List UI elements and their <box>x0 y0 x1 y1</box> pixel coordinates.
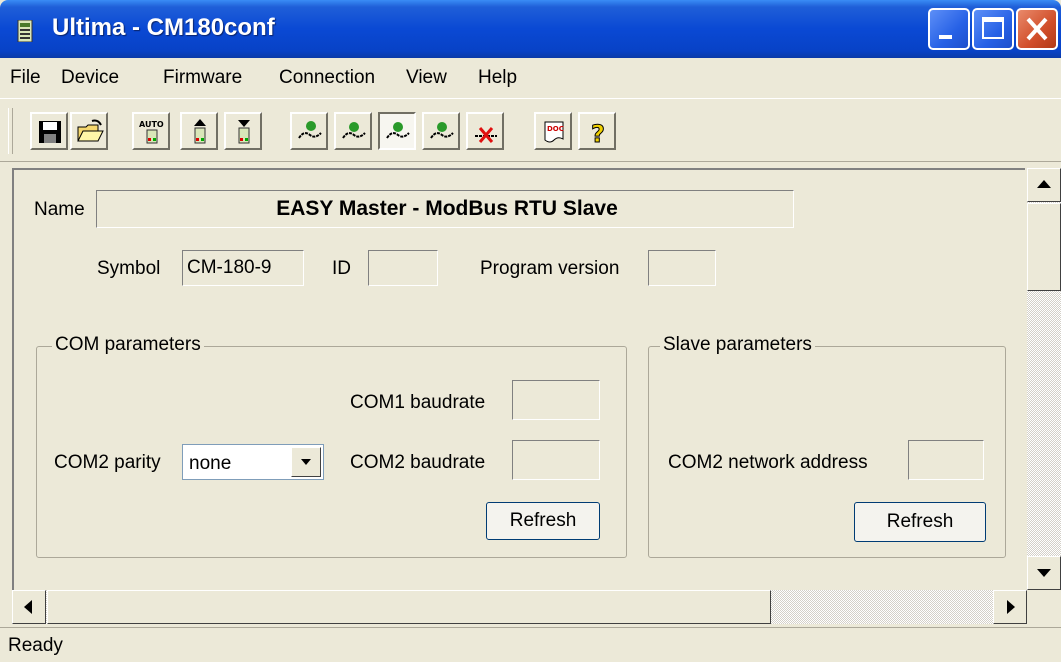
svg-text:?: ? <box>591 120 605 146</box>
com-refresh-button[interactable]: Refresh <box>486 502 600 540</box>
symbol-label: Symbol <box>97 258 161 279</box>
com1-baudrate-label: COM1 baudrate <box>350 392 486 413</box>
connect-alt-button[interactable] <box>334 112 372 150</box>
scroll-left-button[interactable] <box>12 590 46 624</box>
window-title: Ultima - CM180conf <box>52 14 275 41</box>
slave-parameters-title: Slave parameters <box>660 334 815 356</box>
auto-detect-icon: AUTO <box>139 120 164 144</box>
menu-bar: File Device Firmware Connection View Hel… <box>0 58 1061 99</box>
menu-firmware[interactable]: Firmware <box>163 67 242 89</box>
scrollbar-corner <box>1027 590 1061 624</box>
arrow-up-icon <box>1037 180 1051 188</box>
connect-settings-button[interactable] <box>422 112 460 150</box>
dropdown-arrow-button[interactable] <box>291 447 321 477</box>
arrow-down-icon <box>1037 569 1051 577</box>
toolbar-grip[interactable] <box>8 108 13 154</box>
connect-active-button[interactable] <box>378 112 416 150</box>
maximize-button[interactable] <box>972 8 1014 50</box>
download-from-device-button[interactable] <box>224 112 262 150</box>
arrow-left-icon <box>24 600 32 614</box>
close-button[interactable] <box>1016 8 1058 50</box>
svg-text:AUTO: AUTO <box>139 120 164 129</box>
document-icon: DOC <box>544 121 564 143</box>
scroll-up-button[interactable] <box>1027 168 1061 202</box>
minimize-icon <box>939 35 952 39</box>
program-version-field <box>648 250 716 286</box>
connect-settings-icon <box>430 122 454 139</box>
id-label: ID <box>332 258 351 279</box>
com2-parity-label: COM2 parity <box>54 452 161 473</box>
svg-text:DOC: DOC <box>547 125 564 133</box>
id-field <box>368 250 438 286</box>
status-text: Ready <box>8 635 63 656</box>
maximize-icon <box>982 17 1004 39</box>
upload-to-device-button[interactable] <box>180 112 218 150</box>
disconnect-icon <box>475 127 497 143</box>
connect-active-icon <box>386 122 410 139</box>
scroll-down-button[interactable] <box>1027 556 1061 590</box>
connect-icon <box>298 121 322 139</box>
chevron-down-icon <box>301 459 311 465</box>
app-icon[interactable] <box>16 19 34 43</box>
download-from-device-icon <box>238 120 250 144</box>
name-label: Name <box>34 199 85 220</box>
connect-alt-icon <box>342 122 366 139</box>
document-button[interactable]: DOC <box>534 112 572 150</box>
save-button[interactable] <box>30 112 68 150</box>
com2-parity-value: none <box>189 453 232 474</box>
com1-baudrate-field <box>512 380 600 420</box>
auto-detect-button[interactable]: AUTO <box>132 112 170 150</box>
disconnect-button[interactable] <box>466 112 504 150</box>
slave-refresh-button[interactable]: Refresh <box>854 502 986 542</box>
open-folder-icon <box>77 119 104 142</box>
com2-parity-select[interactable]: none <box>182 444 324 480</box>
com2-baudrate-field <box>512 440 600 480</box>
menu-help[interactable]: Help <box>478 67 517 89</box>
status-bar <box>0 627 1061 662</box>
upload-to-device-icon <box>194 119 206 144</box>
connect-button[interactable] <box>290 112 328 150</box>
open-button[interactable] <box>70 112 108 150</box>
help-button[interactable]: ? <box>578 112 616 150</box>
com-parameters-title: COM parameters <box>52 334 204 356</box>
save-icon <box>39 121 61 143</box>
name-field: EASY Master - ModBus RTU Slave <box>96 190 794 228</box>
close-icon <box>1026 17 1048 41</box>
symbol-field: CM-180-9 <box>182 250 304 286</box>
com2-network-address-label: COM2 network address <box>668 452 868 473</box>
menu-file[interactable]: File <box>10 67 41 89</box>
com2-network-address-field <box>908 440 984 480</box>
arrow-right-icon <box>1007 600 1015 614</box>
scroll-right-button[interactable] <box>993 590 1027 624</box>
menu-view[interactable]: View <box>406 67 447 89</box>
horizontal-scroll-thumb[interactable] <box>47 590 771 624</box>
menu-connection[interactable]: Connection <box>279 67 375 89</box>
com2-baudrate-label: COM2 baudrate <box>350 452 486 473</box>
program-version-label: Program version <box>480 258 620 279</box>
menu-device[interactable]: Device <box>61 67 119 89</box>
help-icon: ? <box>591 120 606 147</box>
minimize-button[interactable] <box>928 8 970 50</box>
vertical-scroll-thumb[interactable] <box>1027 203 1061 291</box>
